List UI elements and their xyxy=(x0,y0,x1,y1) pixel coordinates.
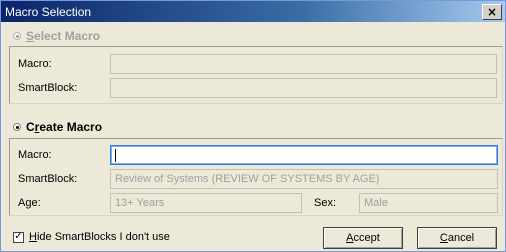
title-bar[interactable]: Macro Selection × xyxy=(1,1,505,22)
accept-button-label: Accept xyxy=(346,232,380,244)
hide-smartblocks-checkbox[interactable]: ✓ Hide SmartBlocks I don't use xyxy=(13,231,170,243)
macro-selection-dialog: Macro Selection × Select Macro Macro: Sm… xyxy=(0,0,506,252)
text-caret xyxy=(115,149,116,162)
age-field-label: Age: xyxy=(18,197,41,209)
cancel-button-label: Cancel xyxy=(439,232,475,244)
radio-icon xyxy=(13,123,21,131)
select-macro-radio[interactable]: Select Macro xyxy=(13,29,100,43)
select-smartblock-field-label: SmartBlock: xyxy=(18,82,78,94)
radio-icon xyxy=(13,32,21,40)
select-smartblock-field[interactable] xyxy=(110,78,497,98)
checkbox-check-icon: ✓ xyxy=(13,231,24,243)
close-button[interactable]: × xyxy=(482,3,502,20)
accept-button[interactable]: Accept xyxy=(323,227,403,249)
age-field[interactable]: 13+ Years xyxy=(110,193,302,213)
hide-smartblocks-label: Hide SmartBlocks I don't use xyxy=(29,231,170,243)
create-macro-input[interactable] xyxy=(110,145,498,165)
create-smartblock-field-label: SmartBlock: xyxy=(18,173,78,185)
close-icon: × xyxy=(486,4,498,19)
create-macro-field-label: Macro: xyxy=(18,149,52,161)
create-macro-radio[interactable]: Create Macro xyxy=(13,120,102,134)
create-smartblock-field[interactable]: Review of Systems (REVIEW OF SYSTEMS BY … xyxy=(110,169,498,189)
sex-field-label: Sex: xyxy=(314,197,337,209)
select-macro-field[interactable] xyxy=(110,54,497,74)
create-macro-label: Create Macro xyxy=(26,120,103,134)
select-macro-label: Select Macro xyxy=(26,29,101,43)
window-title: Macro Selection xyxy=(5,4,92,19)
cancel-button[interactable]: Cancel xyxy=(417,227,497,249)
select-macro-field-label: Macro: xyxy=(18,58,52,70)
sex-field[interactable]: Male xyxy=(359,193,498,213)
